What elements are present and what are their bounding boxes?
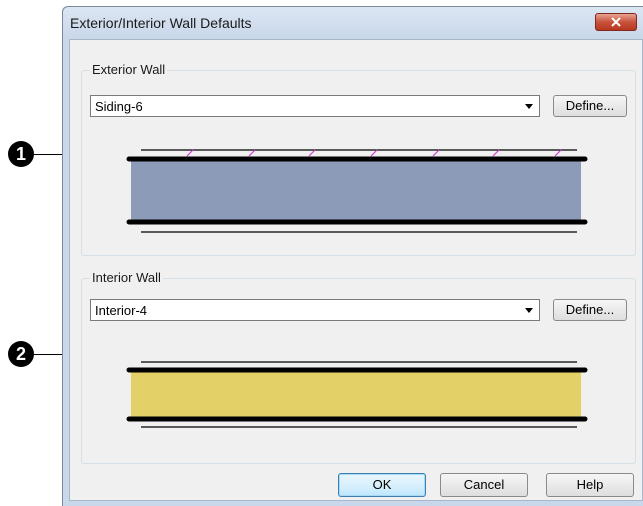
- exterior-wall-type-select[interactable]: Siding-6: [90, 95, 540, 117]
- siding-hatch-6: [492, 149, 500, 157]
- siding-hatch-5: [432, 149, 440, 157]
- exterior-define-button[interactable]: Define...: [553, 95, 627, 117]
- callout-2: 2: [8, 341, 34, 367]
- exterior-wall-preview: [126, 149, 588, 233]
- siding-hatch-4: [370, 149, 378, 157]
- wall-defaults-dialog: Exterior/Interior Wall Defaults Exterior…: [62, 6, 643, 506]
- exterior-wall-type-value: Siding-6: [95, 99, 143, 114]
- cancel-button[interactable]: Cancel: [440, 473, 528, 497]
- interior-wall-type-select[interactable]: Interior-4: [90, 299, 540, 321]
- ok-button[interactable]: OK: [338, 473, 426, 497]
- interior-wall-type-value: Interior-4: [95, 303, 148, 318]
- chevron-down-icon: [525, 104, 533, 109]
- dialog-body: Exterior Wall Siding-6 Define... Interio…: [69, 39, 643, 501]
- callout-1-number: 1: [15, 144, 26, 164]
- callout-2-number: 2: [15, 344, 26, 364]
- page: 1 2 Exterior/Interior Wall Defaults Exte…: [0, 0, 643, 506]
- dialog-title: Exterior/Interior Wall Defaults: [70, 15, 252, 31]
- interior-wall-core: [131, 370, 581, 420]
- interior-wall-preview: [126, 361, 588, 428]
- exterior-wall-core: [131, 160, 581, 222]
- siding-hatch-7: [554, 149, 562, 157]
- help-button[interactable]: Help: [546, 473, 634, 497]
- interior-wall-label: Interior Wall: [90, 270, 163, 285]
- chevron-down-icon: [525, 308, 533, 313]
- siding-hatch-2: [248, 149, 256, 157]
- title-bar[interactable]: Exterior/Interior Wall Defaults: [63, 7, 643, 39]
- interior-define-button[interactable]: Define...: [553, 299, 627, 321]
- siding-hatch-1: [186, 149, 194, 157]
- close-icon: [611, 17, 621, 27]
- close-button[interactable]: [595, 13, 637, 31]
- siding-hatch-3: [308, 149, 316, 157]
- exterior-wall-label: Exterior Wall: [90, 62, 168, 77]
- callout-1: 1: [8, 141, 34, 167]
